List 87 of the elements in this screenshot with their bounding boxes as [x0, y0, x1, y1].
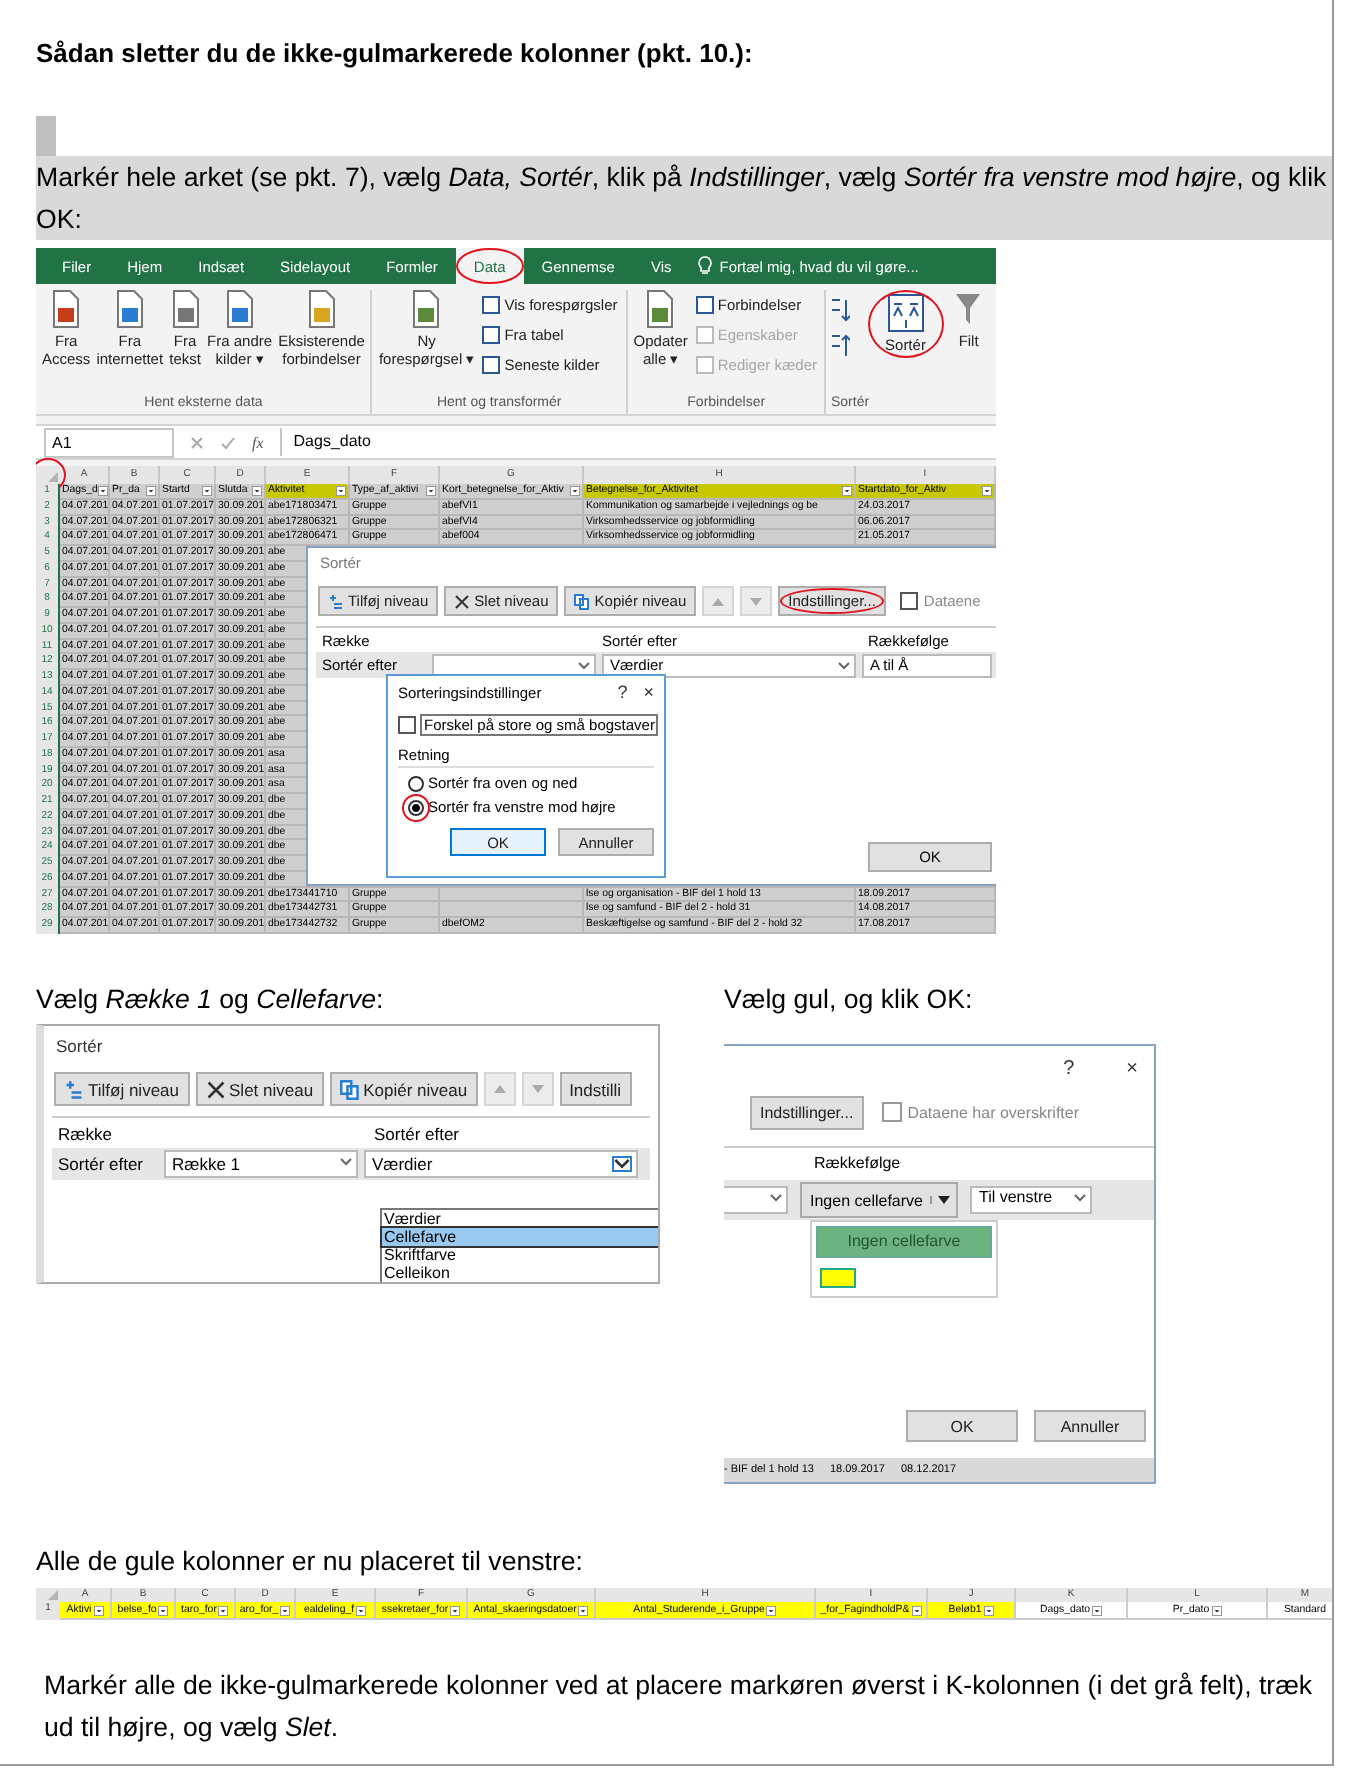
close-icon — [205, 1079, 226, 1099]
instruction-text: Markér hele arket (se pkt. 7), vælg Data, Sortér, klik på Indstillinger, vælg Sortér fra venstre mod højre, og klik OK: — [36, 156, 1332, 240]
radio-button[interactable] — [408, 799, 424, 815]
filter-dropdown-icon[interactable] — [983, 1605, 994, 1615]
filter-dropdown-icon[interactable] — [766, 1605, 777, 1615]
filter-dropdown-icon[interactable] — [93, 1605, 104, 1615]
dialog-title: Sortér — [54, 1034, 105, 1060]
filter-dropdown-icon[interactable] — [146, 485, 156, 496]
instruction-text: Vælg gul, og klik OK: — [724, 984, 973, 1014]
copy-icon — [339, 1079, 360, 1099]
instruction-text: Markér alle de ikke-gulmarkerede kolonner ved at placere markøren øverst i K-kolonnen (i det grå felt), træk ud til højre, og vælg Slet. — [44, 1670, 1313, 1742]
column-dropdown[interactable]: Række 1 — [164, 1150, 358, 1178]
order-dropdown[interactable]: Til venstre — [970, 1186, 1093, 1214]
checkbox-label: Dataene har overskrifter — [907, 1103, 1080, 1121]
sort-level-row[interactable]: Ingen cellefarve Til venstre — [724, 1180, 1154, 1220]
filter-dropdown-icon[interactable] — [218, 1605, 229, 1615]
filter-dropdown-icon[interactable] — [426, 485, 436, 496]
sort-level-row[interactable]: Sortér efter Række 1 Værdier — [52, 1148, 650, 1180]
sort-icon — [887, 294, 924, 332]
dropdown-option[interactable]: Cellefarve — [382, 1228, 658, 1246]
checkbox[interactable] — [398, 716, 416, 734]
add-level-icon — [64, 1079, 84, 1099]
name-box[interactable]: A1 — [44, 427, 174, 457]
column-heading: Sortér efter — [372, 1123, 460, 1143]
up-triangle-icon — [493, 1084, 506, 1094]
filter-dropdown-icon[interactable] — [578, 1605, 589, 1615]
down-triangle-icon — [531, 1084, 544, 1094]
sort-on-dropdown[interactable]: Værdier — [364, 1150, 638, 1178]
filter-dropdown-icon[interactable] — [450, 1605, 461, 1615]
dropdown-option[interactable]: Celleikon — [382, 1264, 658, 1282]
close-button[interactable]: × — [1126, 1057, 1138, 1079]
filter-dropdown-icon[interactable] — [280, 1605, 291, 1615]
color-option[interactable]: Ingen cellefarve — [816, 1226, 992, 1258]
sort-descending-icon — [830, 334, 851, 358]
toolbar-button[interactable]: Slet niveau — [195, 1072, 324, 1106]
formula-field[interactable]: Dags_dato — [279, 428, 996, 456]
up-triangle-icon — [712, 597, 725, 605]
radio-button[interactable] — [408, 775, 424, 791]
close-icon — [454, 593, 471, 609]
check-icon[interactable] — [220, 435, 236, 449]
filter-dropdown-icon[interactable] — [158, 1605, 169, 1615]
insert-function-label[interactable]: fx — [252, 433, 264, 451]
toolbar-button[interactable]: Kopiér niveau — [329, 1072, 478, 1106]
chevron-down-icon — [838, 661, 850, 669]
dialog-button[interactable]: Annuller — [1034, 1410, 1146, 1442]
help-button[interactable]: ? — [617, 682, 628, 702]
filter-dropdown-icon[interactable] — [202, 485, 212, 496]
filter-dropdown-icon[interactable] — [1092, 1605, 1103, 1615]
filter-dropdown-icon[interactable] — [336, 485, 346, 496]
chevron-down-icon — [770, 1194, 782, 1202]
filter-dropdown-icon[interactable] — [252, 485, 262, 496]
copy-icon — [574, 593, 591, 609]
dropdown-option[interactable]: Skriftfarve — [382, 1246, 658, 1264]
dialog-button[interactable]: OK — [906, 1410, 1018, 1442]
chevron-down-icon — [612, 1156, 632, 1172]
sort-ascending-icon — [830, 298, 851, 322]
highlight-marker — [36, 116, 56, 156]
close-button[interactable]: × — [643, 682, 654, 702]
down-triangle-icon — [750, 597, 763, 605]
filter-dropdown-icon[interactable] — [1211, 1605, 1222, 1615]
color-split-button[interactable]: Ingen cellefarve — [800, 1182, 959, 1218]
checkbox[interactable] — [881, 1102, 902, 1122]
row-label: Sortér efter — [56, 1154, 146, 1174]
column-heading: Rækkefølge — [814, 1154, 901, 1172]
toolbar-button[interactable]: Indstilli — [559, 1072, 632, 1106]
chevron-down-icon — [578, 661, 590, 669]
checkbox[interactable] — [899, 592, 918, 610]
filter-dropdown-icon[interactable] — [356, 1605, 367, 1615]
options-button[interactable]: Indstillinger... — [750, 1095, 864, 1129]
chevron-down-icon — [340, 1158, 352, 1166]
help-button[interactable]: ? — [1063, 1057, 1075, 1079]
dropdown-option[interactable]: Værdier — [382, 1210, 658, 1228]
funnel-icon — [954, 290, 983, 328]
toolbar-button[interactable]: Tilføj niveau — [54, 1072, 190, 1106]
filter-dropdown-icon[interactable] — [911, 1605, 922, 1615]
heading: Sådan sletter du de ikke-gulmarkerede kolonner (pkt. 10.): — [36, 36, 755, 72]
add-level-icon — [328, 593, 344, 609]
instruction-text: Vælg Række 1 og Cellefarve: — [36, 984, 384, 1014]
lightbulb-icon — [697, 256, 712, 276]
column-heading: Række — [56, 1123, 114, 1143]
filter-dropdown-icon[interactable] — [842, 485, 852, 496]
column-dropdown[interactable] — [432, 653, 596, 677]
filter-dropdown-icon[interactable] — [570, 485, 580, 496]
filter-dropdown-icon[interactable] — [97, 485, 108, 496]
filter-dropdown-icon[interactable] — [982, 485, 992, 496]
instruction-text: Alle de gule kolonner er nu placeret til venstre: — [36, 1546, 583, 1576]
chevron-down-icon — [1074, 1194, 1087, 1202]
